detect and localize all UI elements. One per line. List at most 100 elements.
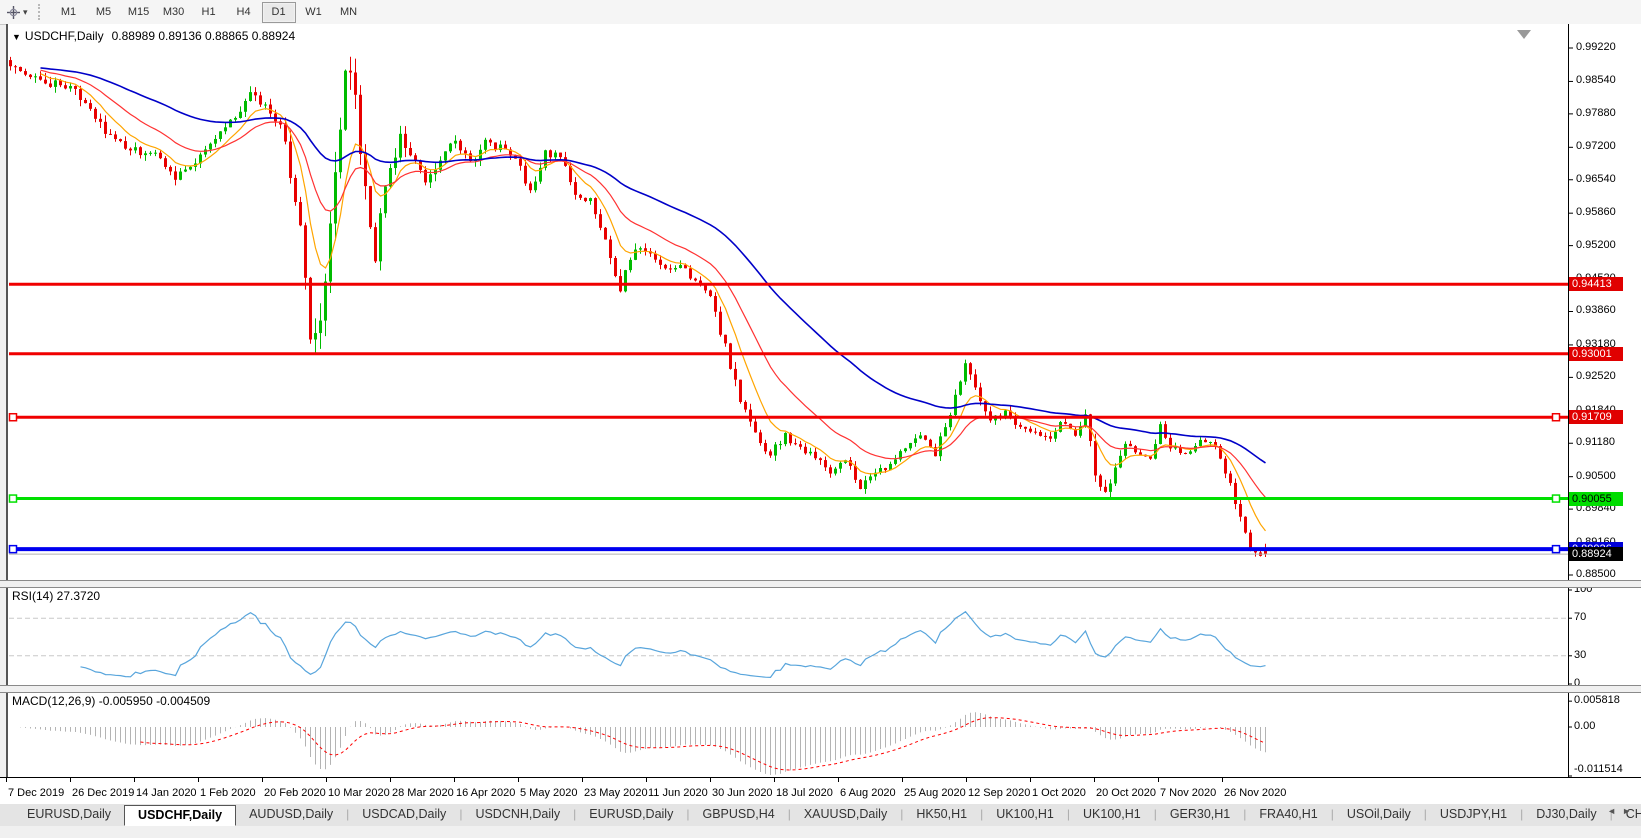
time-axis-label: 6 Aug 2020 [840, 787, 896, 799]
chart-tab-uk100[interactable]: UK100,H1 [1070, 804, 1154, 826]
trading-terminal: ▾ M1M5M15M30H1H4D1W1MN ▼ USDCHF,Daily 0.88… [0, 0, 1641, 838]
time-axis-label: 18 Jul 2020 [776, 787, 833, 799]
time-tick [1094, 778, 1095, 782]
chart-tab-eurusd[interactable]: EURUSD,Daily [14, 804, 124, 826]
chevron-down-icon[interactable]: ▾ [23, 7, 28, 18]
timeframe-button-m15[interactable]: M15 [122, 2, 156, 23]
chart-tab-fra40[interactable]: FRA40,H1 [1246, 804, 1330, 826]
rsi-axis-label: 70 [1574, 611, 1586, 623]
cursor-tool-button[interactable]: ▾ [6, 5, 28, 20]
time-axis-label: 30 Jun 2020 [712, 787, 773, 799]
time-tick [838, 778, 839, 782]
time-tick [646, 778, 647, 782]
chart-tab-uk100[interactable]: UK100,H1 [983, 804, 1067, 826]
time-tick [518, 778, 519, 782]
time-tick [134, 778, 135, 782]
timeframe-button-h4[interactable]: H4 [227, 2, 261, 23]
time-axis[interactable]: 7 Dec 2019 26 Dec 201914 Jan 20201 Feb 20… [0, 777, 1641, 804]
price-tick-label: 0.90500 [1576, 470, 1616, 482]
macd-axis-label: 0.005818 [1574, 694, 1620, 706]
price-axis-border [1568, 24, 1569, 777]
price-tick-label: 0.98540 [1576, 74, 1616, 86]
chart-ohlc-values: 0.88989 0.89136 0.88865 0.88924 [112, 29, 296, 43]
chart-tab-ger30[interactable]: GER30,H1 [1157, 804, 1243, 826]
tab-scroll-left-icon[interactable]: ◄ [1607, 806, 1622, 816]
time-axis-label: 20 Feb 2020 [264, 787, 326, 799]
timeframe-button-w1[interactable]: W1 [297, 2, 331, 23]
timeframe-button-d1[interactable]: D1 [262, 2, 296, 23]
chart-tab-usoil[interactable]: USOil,Daily [1334, 804, 1424, 826]
time-tick [326, 778, 327, 782]
time-tick [70, 778, 71, 782]
time-tick [902, 778, 903, 782]
chart-tab-usdchf[interactable]: USDCHF,Daily [124, 805, 236, 826]
timeframe-button-m1[interactable]: M1 [52, 2, 86, 23]
price-tick-label: 0.93860 [1576, 304, 1616, 316]
macd-indicator-label: MACD(12,26,9) -0.005950 -0.004509 [12, 694, 210, 708]
timeframe-button-mn[interactable]: MN [332, 2, 366, 23]
time-tick [774, 778, 775, 782]
time-tick [1158, 778, 1159, 782]
time-tick [966, 778, 967, 782]
time-axis-label: 1 Feb 2020 [200, 787, 256, 799]
chart-tab-eurusd[interactable]: EURUSD,Daily [576, 804, 686, 826]
time-tick [6, 778, 7, 782]
time-axis-label: 7 Nov 2020 [1160, 787, 1216, 799]
time-tick [454, 778, 455, 782]
time-axis-label: 14 Jan 2020 [136, 787, 197, 799]
chart-tab-dj30[interactable]: DJ30,Daily [1523, 804, 1609, 826]
time-axis-label: 20 Oct 2020 [1096, 787, 1156, 799]
price-tick-label: 0.95200 [1576, 239, 1616, 251]
pane-splitter[interactable] [0, 580, 1641, 588]
chart-window[interactable] [6, 24, 1641, 777]
time-tick [710, 778, 711, 782]
current-price-badge: 0.88924 [1569, 547, 1623, 561]
time-tick [1222, 778, 1223, 782]
time-axis-label: 5 May 2020 [520, 787, 577, 799]
time-axis-label: 7 Dec 2019 [8, 787, 64, 799]
timeframe-button-m30[interactable]: M30 [157, 2, 191, 23]
chart-menu-icon[interactable]: ▼ [12, 32, 21, 42]
time-tick [582, 778, 583, 782]
price-tick-label: 0.91180 [1576, 436, 1615, 448]
time-axis-label: 12 Sep 2020 [968, 787, 1030, 799]
timeframe-button-h1[interactable]: H1 [192, 2, 226, 23]
price-tick-label: 0.96540 [1576, 173, 1616, 185]
price-level-badge: 0.90055 [1569, 492, 1623, 506]
status-strip [0, 826, 1641, 838]
time-tick [262, 778, 263, 782]
time-axis-label: 23 May 2020 [584, 787, 648, 799]
rsi-axis-label: 30 [1574, 649, 1586, 661]
time-axis-label: 28 Mar 2020 [392, 787, 454, 799]
tab-scroll-arrows: ◄► [1607, 806, 1637, 816]
toolbar-grip [38, 4, 44, 20]
chart-tab-usdcad[interactable]: USDCAD,Daily [349, 804, 459, 826]
timeframe-button-m5[interactable]: M5 [87, 2, 121, 23]
price-tick-label: 0.97200 [1576, 140, 1616, 152]
chart-tab-hk50[interactable]: HK50,H1 [903, 804, 980, 826]
price-level-badge: 0.93001 [1569, 347, 1623, 361]
macd-axis-label: 0.00 [1574, 720, 1595, 732]
macd-axis-label: -0.011514 [1574, 763, 1623, 775]
chart-symbol-period: USDCHF,Daily [25, 29, 104, 43]
time-tick [198, 778, 199, 782]
time-axis-label: 10 Mar 2020 [328, 787, 390, 799]
chart-tab-usdcnh[interactable]: USDCNH,Daily [462, 804, 573, 826]
chart-tab-gbpusd[interactable]: GBPUSD,H4 [689, 804, 787, 826]
price-level-badge: 0.94413 [1569, 277, 1623, 291]
pane-splitter[interactable] [0, 685, 1641, 693]
time-axis-label: 26 Dec 2019 [72, 787, 134, 799]
chart-tab-audusd[interactable]: AUDUSD,Daily [236, 804, 346, 826]
tab-scroll-right-icon[interactable]: ► [1622, 806, 1637, 816]
chart-tab-xauusd[interactable]: XAUUSD,Daily [791, 804, 900, 826]
chart-tab-usdjpy[interactable]: USDJPY,H1 [1427, 804, 1520, 826]
price-tick-label: 0.88500 [1576, 568, 1616, 580]
timeframe-buttons: M1M5M15M30H1H4D1W1MN [52, 2, 367, 23]
chart-title: ▼ USDCHF,Daily 0.88989 0.89136 0.88865 0.8… [12, 29, 295, 43]
crosshair-tool-icon [6, 5, 21, 20]
time-tick [1030, 778, 1031, 782]
time-axis-label: 1 Oct 2020 [1032, 787, 1086, 799]
time-axis-label: 16 Apr 2020 [456, 787, 515, 799]
rsi-indicator-label: RSI(14) 27.3720 [12, 589, 100, 603]
time-tick [390, 778, 391, 782]
